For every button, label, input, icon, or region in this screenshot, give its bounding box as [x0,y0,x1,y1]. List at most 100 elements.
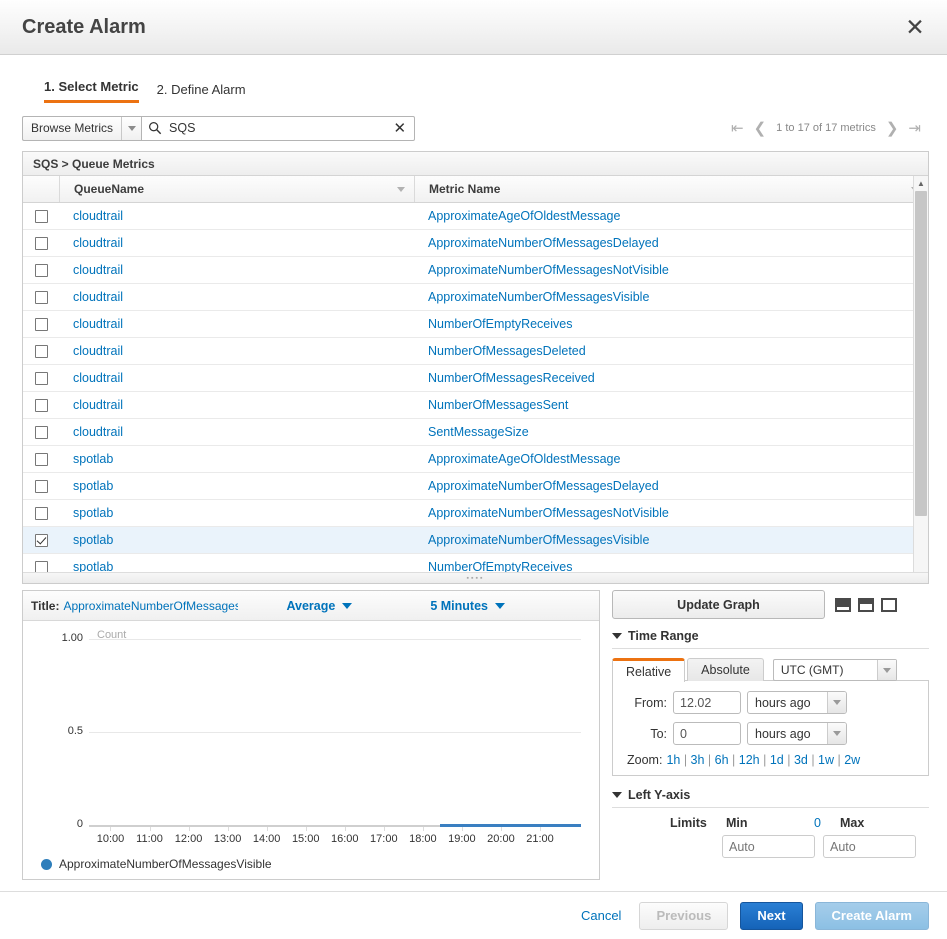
metricname-link[interactable]: NumberOfMessagesSent [428,398,568,412]
graph-title-field[interactable]: Title: ApproximateNumberOfMessagesVisibl… [31,599,238,613]
search-box[interactable]: ✕ [141,115,416,141]
queuename-link[interactable]: cloudtrail [73,398,123,412]
queuename-link[interactable]: spotlab [73,533,113,547]
table-row[interactable]: cloudtrail ApproximateAgeOfOldestMessage [23,203,928,230]
queuename-link[interactable]: cloudtrail [73,425,123,439]
y-axis-min-input[interactable] [722,835,815,858]
y-axis-max-input[interactable] [823,835,916,858]
metricname-link[interactable]: ApproximateNumberOfMessagesNotVisible [428,506,669,520]
timezone-select[interactable]: UTC (GMT) [772,659,897,681]
row-checkbox[interactable] [34,317,48,331]
queuename-link[interactable]: cloudtrail [73,263,123,277]
table-row[interactable]: spotlab ApproximateNumberOfMessagesDelaye… [23,473,928,500]
row-checkbox[interactable] [34,452,48,466]
queuename-link[interactable]: cloudtrail [73,290,123,304]
graph-title-value[interactable]: ApproximateNumberOfMessagesVisible [63,599,238,613]
tab-define-alarm[interactable]: 2. Define Alarm [157,82,246,103]
row-checkbox[interactable] [34,479,48,493]
metricname-link[interactable]: ApproximateNumberOfMessagesVisible [428,290,649,304]
table-row[interactable]: cloudtrail ApproximateNumberOfMessagesDel… [23,230,928,257]
zoom-link-6h[interactable]: 6h [715,753,729,767]
row-checkbox[interactable] [34,425,48,439]
row-checkbox[interactable] [34,398,48,412]
column-header-queuename[interactable]: QueueName [59,176,414,202]
row-checkbox[interactable] [34,290,48,304]
first-page-icon[interactable]: ⇤ [731,121,744,136]
metricname-link[interactable]: SentMessageSize [428,425,529,439]
queuename-link[interactable]: cloudtrail [73,344,123,358]
zoom-link-2w[interactable]: 2w [844,753,860,767]
queuename-link[interactable]: cloudtrail [73,209,123,223]
cancel-button[interactable]: Cancel [575,907,627,924]
close-icon[interactable]: ✕ [901,13,929,41]
metricname-link[interactable]: NumberOfMessagesReceived [428,371,595,385]
zoom-link-12h[interactable]: 12h [739,753,760,767]
clear-icon[interactable]: ✕ [391,121,408,136]
queuename-link[interactable]: spotlab [73,452,113,466]
period-dropdown[interactable]: 5 Minutes [430,599,505,613]
metricname-link[interactable]: NumberOfEmptyReceives [428,560,573,572]
scroll-up-icon[interactable]: ▲ [914,176,928,191]
table-row[interactable]: cloudtrail ApproximateNumberOfMessagesNot… [23,257,928,284]
row-checkbox[interactable] [34,209,48,223]
table-row[interactable]: cloudtrail SentMessageSize [23,419,928,446]
browse-metrics-dropdown[interactable]: Browse Metrics [22,115,142,141]
metric-chart[interactable]: Count 1.00 0.5 0 10:00 11:00 12:00 13:00 14:… [23,621,599,879]
table-row[interactable]: cloudtrail ApproximateNumberOfMessagesVis… [23,284,928,311]
last-page-icon[interactable]: ⇥ [908,121,921,136]
queuename-link[interactable]: spotlab [73,506,113,520]
metricname-link[interactable]: NumberOfEmptyReceives [428,317,573,331]
table-row[interactable]: cloudtrail NumberOfMessagesReceived [23,365,928,392]
next-button[interactable]: Next [740,901,803,930]
metricname-link[interactable]: ApproximateNumberOfMessagesDelayed [428,236,659,250]
table-row[interactable]: cloudtrail NumberOfEmptyReceives [23,311,928,338]
metricname-link[interactable]: ApproximateNumberOfMessagesDelayed [428,479,659,493]
to-input[interactable] [673,722,741,745]
tab-absolute[interactable]: Absolute [687,658,764,681]
column-header-metricname[interactable]: Metric Name [414,176,928,202]
zoom-link-1d[interactable]: 1d [770,753,784,767]
row-checkbox[interactable] [34,263,48,277]
row-checkbox[interactable] [34,560,48,572]
table-resize-handle[interactable]: ▪▪▪▪ [23,572,928,583]
zoom-link-3h[interactable]: 3h [691,753,705,767]
time-range-section-header[interactable]: Time Range [612,629,929,649]
table-row[interactable]: spotlab ApproximateAgeOfOldestMessage [23,446,928,473]
row-checkbox[interactable] [34,371,48,385]
tab-select-metric[interactable]: 1. Select Metric [44,79,139,103]
sort-descending-icon[interactable] [397,187,405,192]
table-scrollbar[interactable]: ▲ ▼ [913,176,928,583]
metricname-link[interactable]: ApproximateAgeOfOldestMessage [428,209,620,223]
metricname-link[interactable]: NumberOfMessagesDeleted [428,344,586,358]
graph-size-large-icon[interactable] [881,597,897,612]
table-row[interactable]: cloudtrail NumberOfMessagesSent [23,392,928,419]
statistic-dropdown[interactable]: Average [286,599,353,613]
next-page-icon[interactable]: ❯ [886,121,899,136]
create-alarm-button[interactable]: Create Alarm [814,901,929,930]
table-row[interactable]: spotlab NumberOfEmptyReceives [23,554,928,572]
table-row[interactable]: cloudtrail NumberOfMessagesDeleted [23,338,928,365]
queuename-link[interactable]: spotlab [73,479,113,493]
previous-page-icon[interactable]: ❮ [754,121,767,136]
queuename-link[interactable]: cloudtrail [73,236,123,250]
row-checkbox[interactable] [34,506,48,520]
graph-size-medium-icon[interactable] [858,597,874,612]
queuename-link[interactable]: spotlab [73,560,113,572]
queuename-link[interactable]: cloudtrail [73,371,123,385]
zoom-link-3d[interactable]: 3d [794,753,808,767]
metricname-link[interactable]: ApproximateAgeOfOldestMessage [428,452,620,466]
scrollbar-thumb[interactable] [915,191,927,516]
row-checkbox[interactable] [34,344,48,358]
zoom-link-1w[interactable]: 1w [818,753,834,767]
zoom-link-1h[interactable]: 1h [666,753,680,767]
to-unit-select[interactable]: hours ago [747,722,847,745]
from-unit-select[interactable]: hours ago [747,691,847,714]
graph-size-small-icon[interactable] [835,597,851,612]
table-row[interactable]: spotlab ApproximateNumberOfMessagesVisibl… [23,527,928,554]
metricname-link[interactable]: ApproximateNumberOfMessagesNotVisible [428,263,669,277]
row-checkbox[interactable] [34,236,48,250]
row-checkbox[interactable] [34,533,48,547]
update-graph-button[interactable]: Update Graph [612,590,825,619]
from-input[interactable] [673,691,741,714]
left-y-axis-section-header[interactable]: Left Y-axis [612,788,929,808]
